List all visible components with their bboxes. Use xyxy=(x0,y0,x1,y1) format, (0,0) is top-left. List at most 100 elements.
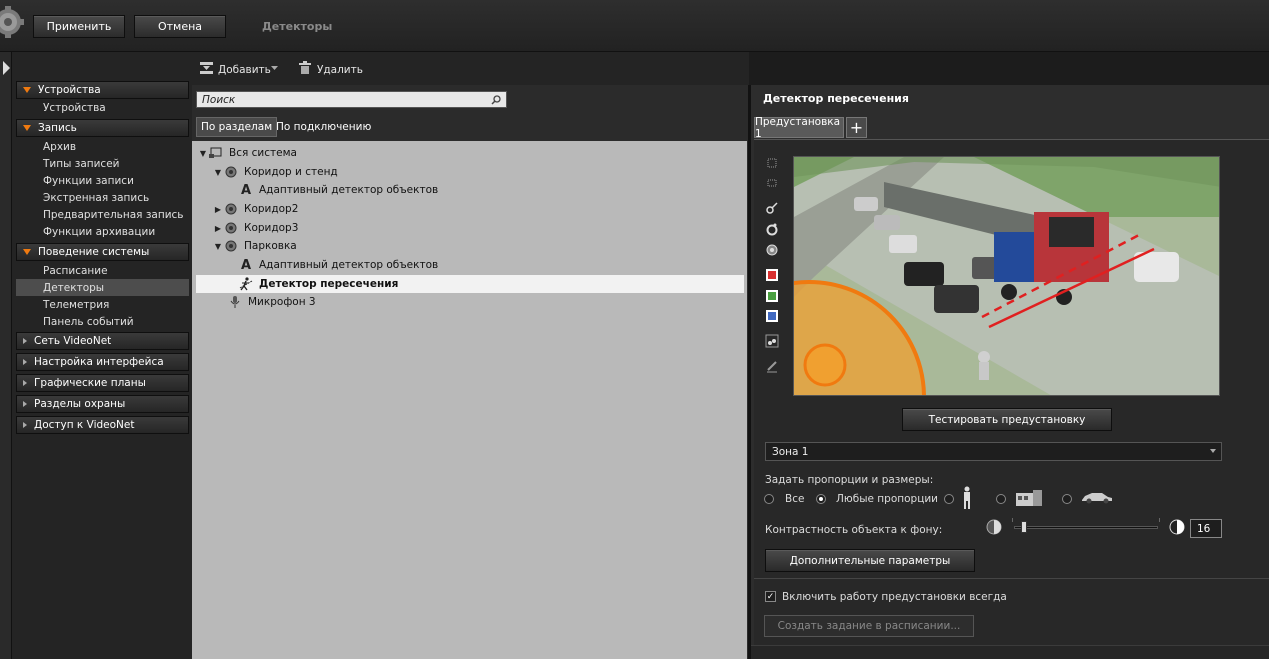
parking-camera-image xyxy=(794,157,1219,395)
green-zone-icon[interactable] xyxy=(765,289,779,303)
sidebar-item-emergency-record[interactable]: Экстренная запись xyxy=(16,189,189,206)
add-preset-button[interactable]: + xyxy=(846,117,867,138)
collapsed-arrow-icon xyxy=(23,380,27,386)
collapsed-arrow-icon[interactable]: ▶ xyxy=(213,224,223,233)
enable-always-checkbox[interactable]: ✓ xyxy=(765,591,776,602)
delete-button[interactable]: Удалить xyxy=(317,64,363,76)
add-button[interactable]: Добавить xyxy=(218,64,271,76)
radio-car[interactable] xyxy=(1062,494,1072,504)
add-icon[interactable] xyxy=(199,61,214,75)
section-label: Доступ к VideoNet xyxy=(34,419,135,431)
zone-select[interactable]: Зона 1 xyxy=(765,442,1222,461)
tree-item-microphone3[interactable]: Микрофон 3 xyxy=(192,293,747,311)
sidebar-item-record-types[interactable]: Типы записей xyxy=(16,155,189,172)
camera-preview[interactable] xyxy=(793,156,1220,396)
search-input[interactable]: Поиск xyxy=(196,91,507,108)
tab-by-connection[interactable]: По подключению xyxy=(272,117,375,137)
sidebar-item-record-functions[interactable]: Функции записи xyxy=(16,172,189,189)
blue-zone-icon[interactable] xyxy=(765,309,779,323)
sidebar-section-security[interactable]: Разделы охраны xyxy=(16,395,189,413)
tree-item-crossing-detector[interactable]: Детектор пересечения xyxy=(196,275,744,293)
sidebar-section-recording[interactable]: Запись xyxy=(16,119,189,137)
sidebar-item-devices[interactable]: Устройства xyxy=(16,99,189,116)
sidebar-section-plans[interactable]: Графические планы xyxy=(16,374,189,392)
create-schedule-task-button[interactable]: Создать задание в расписании... xyxy=(764,615,974,637)
settings-sidebar: Устройства Устройства Запись Архив Типы … xyxy=(12,52,192,659)
expanded-arrow-icon[interactable]: ▼ xyxy=(198,149,208,158)
expanded-arrow-icon[interactable]: ▼ xyxy=(213,242,223,251)
contrast-slider-ticks xyxy=(1012,518,1160,522)
polygon-tool-icon[interactable] xyxy=(765,242,779,256)
expand-arrow-icon xyxy=(3,61,10,75)
sidebar-section-access[interactable]: Доступ к VideoNet xyxy=(16,416,189,434)
trash-icon[interactable] xyxy=(298,61,312,75)
tab-by-section[interactable]: По разделам xyxy=(196,117,278,137)
radio-person[interactable] xyxy=(944,494,954,504)
sidebar-item-pre-record[interactable]: Предварительная запись xyxy=(16,206,189,223)
radio-any-label: Любые пропорции xyxy=(836,493,939,505)
enable-always-label: Включить работу предустановки всегда xyxy=(782,591,1007,603)
plus-icon: + xyxy=(849,118,864,137)
collapsed-arrow-icon[interactable]: ▶ xyxy=(213,205,223,214)
grid-icon[interactable] xyxy=(765,156,779,170)
grid-fine-icon[interactable] xyxy=(765,176,779,190)
cancel-button[interactable]: Отмена xyxy=(134,15,226,38)
line-tool-icon[interactable] xyxy=(765,201,779,215)
tree-label: Микрофон 3 xyxy=(248,296,316,308)
collapsed-arrow-icon xyxy=(23,359,27,365)
add-dropdown-icon[interactable] xyxy=(271,66,278,71)
panel-footer xyxy=(751,645,1269,659)
car-icon xyxy=(1082,493,1112,504)
sidebar-section-devices[interactable]: Устройства xyxy=(16,81,189,99)
camera-icon xyxy=(223,221,239,235)
contrast-label: Контрастность объекта к фону: xyxy=(765,524,943,536)
tree-item-system[interactable]: ▼ Вся система xyxy=(192,144,747,162)
tree-item-corridor2[interactable]: ▶ Коридор2 xyxy=(192,200,747,218)
tab-preset-1[interactable]: Предустановка 1 xyxy=(754,116,844,140)
sidebar-section-videonet[interactable]: Сеть VideoNet xyxy=(16,332,189,350)
contrast-slider-track[interactable] xyxy=(1014,526,1158,529)
red-zone-icon[interactable] xyxy=(765,268,779,282)
radio-truck[interactable] xyxy=(996,494,1006,504)
low-contrast-icon xyxy=(986,519,1002,535)
camera-icon xyxy=(223,165,239,179)
sidebar-section-behavior[interactable]: Поведение системы xyxy=(16,243,189,261)
page-title: Детекторы xyxy=(262,20,333,33)
sidebar-item-event-panel[interactable]: Панель событий xyxy=(16,313,189,330)
adaptive-detector-icon: A xyxy=(240,257,252,273)
tree-item-corridor3[interactable]: ▶ Коридор3 xyxy=(192,219,747,237)
radio-any-proportions[interactable] xyxy=(816,494,826,504)
tree-item-corridor-stand[interactable]: ▼ Коридор и стенд xyxy=(192,163,747,181)
circle-tool-icon[interactable] xyxy=(765,222,779,236)
collapse-strip[interactable] xyxy=(0,52,12,659)
contrast-slider-thumb[interactable] xyxy=(1021,521,1027,533)
tree-item-adaptive-detector[interactable]: A Адаптивный детектор объектов xyxy=(192,181,747,199)
radio-all-label: Все xyxy=(785,493,805,505)
chevron-down-icon xyxy=(1210,449,1216,453)
test-preset-button[interactable]: Тестировать предустановку xyxy=(902,408,1112,431)
search-icon[interactable] xyxy=(491,95,501,105)
tree-item-parking[interactable]: ▼ Парковка xyxy=(192,237,747,255)
tree-label: Коридор3 xyxy=(244,222,299,234)
sidebar-item-archiving[interactable]: Функции архивации xyxy=(16,223,189,240)
truck-icon xyxy=(1016,490,1042,506)
sidebar-item-detectors[interactable]: Детекторы xyxy=(16,279,189,296)
pencil-icon[interactable] xyxy=(765,359,779,373)
sidebar-item-schedule[interactable]: Расписание xyxy=(16,262,189,279)
expanded-arrow-icon[interactable]: ▼ xyxy=(213,168,223,177)
tree-item-adaptive-detector-parking[interactable]: A Адаптивный детектор объектов xyxy=(192,256,747,274)
section-label: Разделы охраны xyxy=(34,398,126,410)
section-label: Устройства xyxy=(38,84,101,96)
system-icon xyxy=(208,146,224,160)
apply-button[interactable]: Применить xyxy=(33,15,125,38)
contrast-value-field[interactable]: 16 xyxy=(1190,519,1222,538)
person-icon xyxy=(964,486,970,509)
sidebar-item-telemetry[interactable]: Телеметрия xyxy=(16,296,189,313)
objects-icon[interactable] xyxy=(765,334,779,348)
sidebar-item-archive[interactable]: Архив xyxy=(16,138,189,155)
radio-all[interactable] xyxy=(764,494,774,504)
tree-label: Коридор и стенд xyxy=(244,166,338,178)
extra-params-button[interactable]: Дополнительные параметры xyxy=(765,549,975,572)
expanded-arrow-icon xyxy=(23,249,31,255)
sidebar-section-interface[interactable]: Настройка интерфейса xyxy=(16,353,189,371)
